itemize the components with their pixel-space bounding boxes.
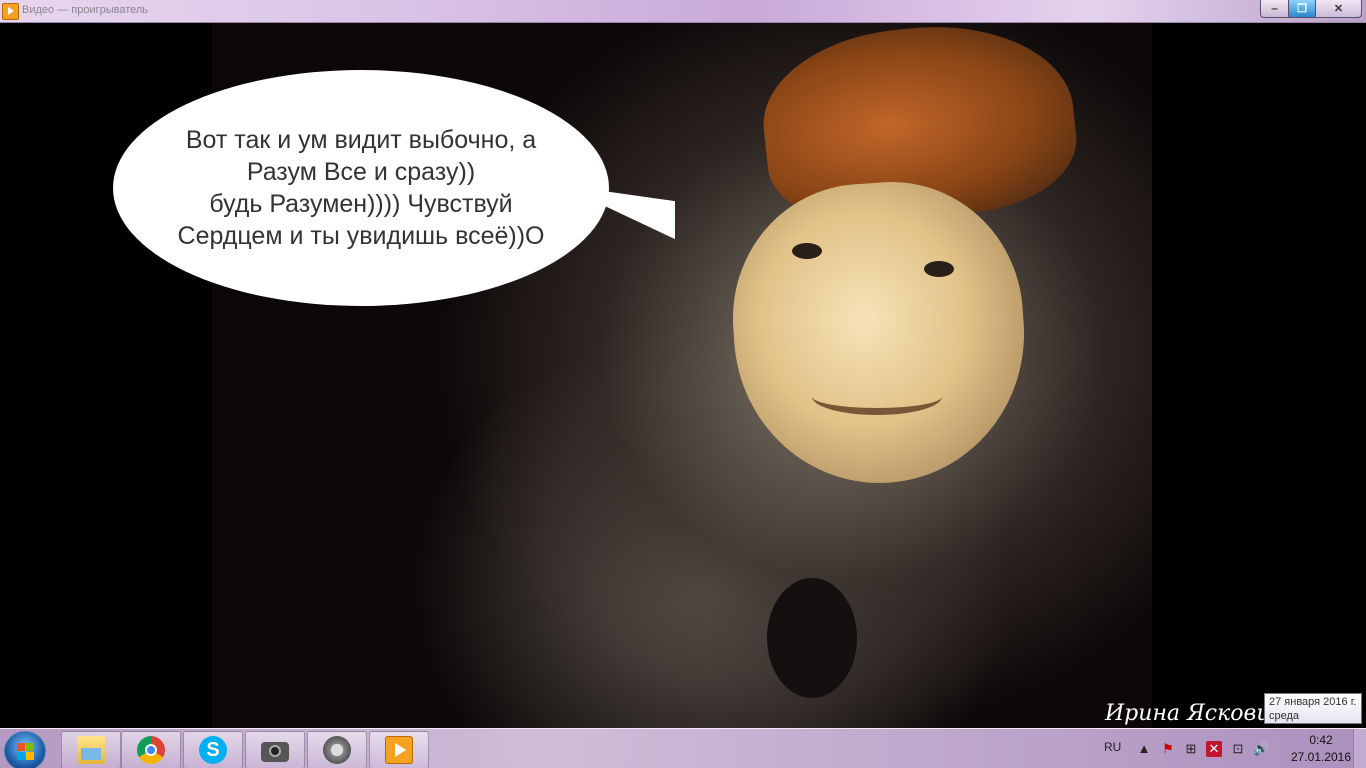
speech-line: Разум Все и сразу)) — [246, 158, 476, 186]
speech-bubble-text: Вот так и ум видит выбочно, а Разум Все … — [141, 124, 581, 252]
taskbar: S RU ▲ ⚑ ⊞ ✕ ⊡ 🔊 0:42 27.01.2016 — [0, 728, 1366, 768]
face-shape — [723, 173, 1035, 493]
taskbar-button-media-player[interactable] — [369, 731, 429, 768]
taskbar-button-chrome[interactable] — [121, 731, 181, 768]
speech-line: Вот так и ум видит выбочно, а — [185, 126, 537, 154]
network-icon[interactable]: ⊡ — [1230, 741, 1246, 757]
chrome-icon — [137, 736, 165, 764]
speech-bubble: Вот так и ум видит выбочно, а Разум Все … — [113, 70, 609, 306]
windows-icon[interactable]: ⊞ — [1183, 741, 1199, 757]
movie-maker-icon — [323, 736, 351, 764]
action-center-flag-icon[interactable]: ⚑ — [1160, 741, 1176, 757]
smile-shape — [812, 378, 942, 415]
minimize-button[interactable]: ‒ — [1260, 0, 1289, 18]
skype-icon: S — [199, 736, 227, 764]
window-title: Видео — проигрыватель — [22, 4, 149, 16]
taskbar-button-camera[interactable] — [245, 731, 305, 768]
tooltip-date: 27 января 2016 г. — [1269, 696, 1357, 708]
show-hidden-icons-icon[interactable]: ▲ — [1136, 741, 1152, 757]
window-titlebar[interactable]: Видео — проигрыватель ‒ ❐ ✕ — [0, 0, 1366, 23]
taskbar-button-skype[interactable]: S — [183, 731, 243, 768]
photo-viewer[interactable]: Вот так и ум видит выбочно, а Разум Все … — [0, 12, 1366, 728]
taskbar-button-movie-maker[interactable] — [307, 731, 367, 768]
left-eye-shape — [792, 243, 822, 259]
media-player-icon — [2, 3, 19, 20]
start-button[interactable] — [4, 731, 46, 768]
pendant-shape — [767, 578, 857, 698]
media-player-icon — [385, 736, 413, 764]
show-desktop-button[interactable] — [1353, 729, 1366, 768]
date-tooltip: 27 января 2016 г. среда — [1264, 693, 1362, 724]
tooltip-weekday: среда — [1269, 710, 1300, 722]
author-signature: Ирина Яскович — [1105, 701, 1285, 726]
taskbar-button-explorer[interactable] — [61, 731, 121, 768]
explorer-icon — [77, 736, 105, 764]
right-eye-shape — [924, 261, 954, 277]
speech-line: Сердцем и ты увидишь всеё))О — [177, 222, 545, 250]
clock-time[interactable]: 0:42 — [1286, 733, 1356, 747]
speech-line: будь Разумен)))) Чувствуй — [209, 190, 513, 218]
screen: Видео — проигрыватель ‒ ❐ ✕ Вот так и ум… — [0, 0, 1366, 768]
camera-icon — [261, 742, 289, 762]
volume-icon[interactable]: 🔊 — [1253, 741, 1269, 757]
system-tray: RU ▲ ⚑ ⊞ ✕ ⊡ 🔊 0:42 27.01.2016 — [1086, 729, 1366, 768]
language-indicator[interactable]: RU — [1104, 740, 1121, 754]
maximize-button[interactable]: ❐ — [1288, 0, 1316, 18]
clock-date[interactable]: 27.01.2016 — [1286, 750, 1356, 764]
close-button[interactable]: ✕ — [1315, 0, 1362, 18]
adobe-reader-icon[interactable]: ✕ — [1206, 741, 1222, 757]
